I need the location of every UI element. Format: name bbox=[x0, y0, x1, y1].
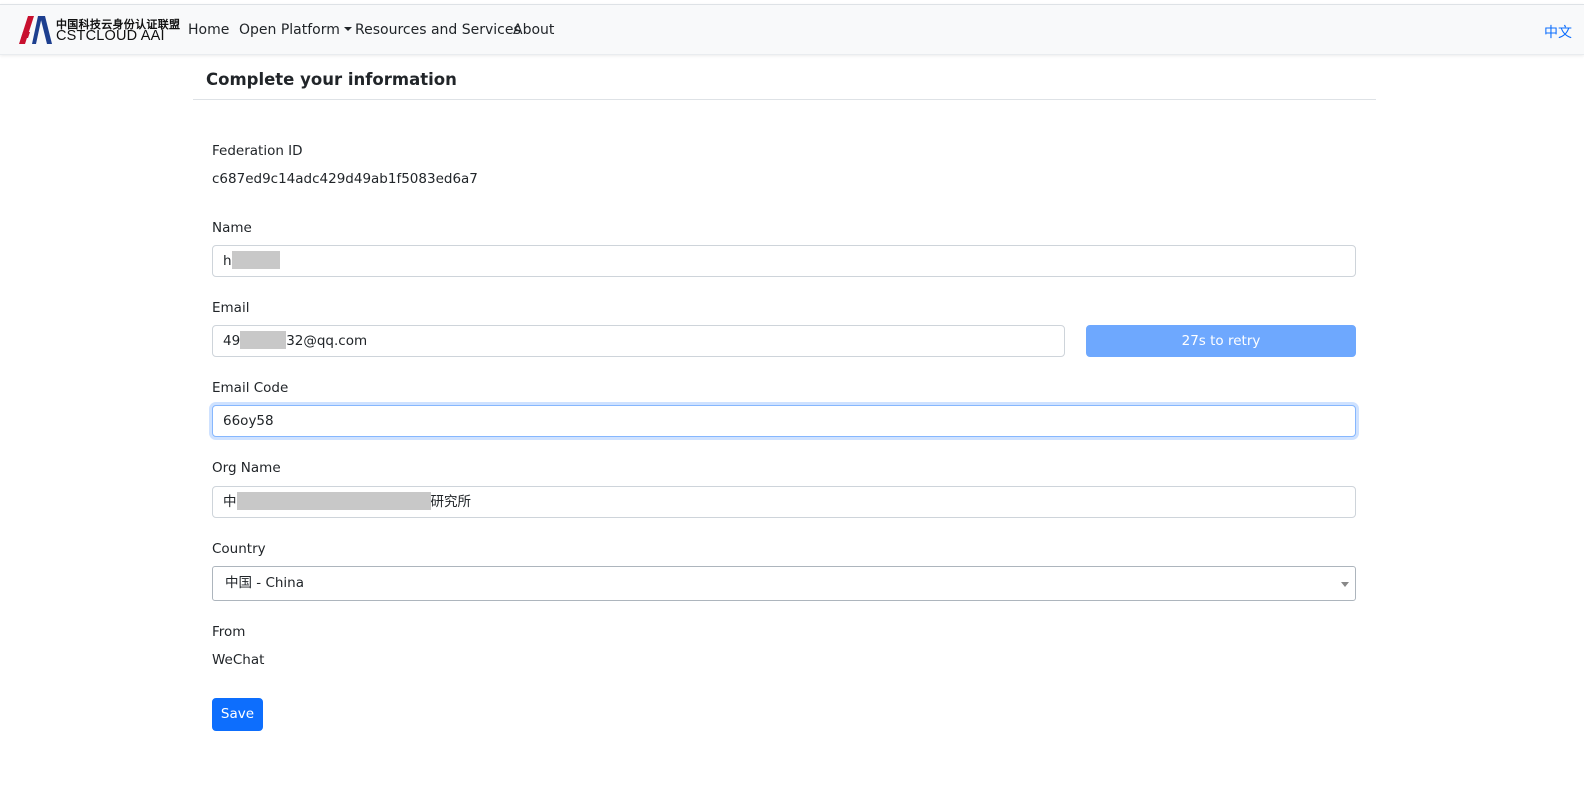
redaction-mask bbox=[240, 331, 287, 349]
brand-title-en: CSTCLOUD AAI bbox=[56, 28, 165, 44]
brand-logo[interactable]: 中国科技云身份认证联盟 CSTCLOUD AAI bbox=[19, 16, 180, 44]
org-name-value-suffix: 研究所 bbox=[430, 494, 472, 510]
from-value: WeChat bbox=[212, 652, 265, 668]
save-button[interactable]: Save bbox=[212, 698, 263, 731]
redaction-mask bbox=[231, 251, 280, 269]
org-name-label: Org Name bbox=[212, 460, 281, 476]
org-name-value-prefix: 中 bbox=[223, 494, 237, 510]
top-navbar: 中国科技云身份认证联盟 CSTCLOUD AAI Home Open Platf… bbox=[0, 4, 1584, 55]
name-input[interactable]: h bbox=[212, 245, 1356, 277]
email-value-suffix: 32@qq.com bbox=[286, 333, 368, 349]
language-switch[interactable]: 中文 bbox=[1544, 22, 1572, 42]
federation-id-value: c687ed9c14adc429d49ab1f5083ed6a7 bbox=[212, 171, 478, 187]
email-code-label: Email Code bbox=[212, 380, 289, 396]
nav-about[interactable]: About bbox=[513, 22, 554, 38]
email-code-input[interactable]: 66oy58 bbox=[212, 405, 1356, 437]
nav-resources-and-services[interactable]: Resources and Services bbox=[355, 22, 521, 38]
email-value-prefix: 49 bbox=[223, 333, 241, 349]
chevron-down-icon bbox=[343, 27, 352, 31]
federation-id-label: Federation ID bbox=[212, 143, 303, 159]
name-value-prefix: h bbox=[223, 253, 232, 269]
org-name-input[interactable]: 中 研究所 bbox=[212, 486, 1356, 518]
card-header: Complete your information bbox=[193, 60, 1376, 100]
country-selected-value: 中国 - China bbox=[225, 575, 305, 591]
page-title: Complete your information bbox=[206, 70, 457, 89]
from-label: From bbox=[212, 624, 246, 640]
send-code-retry-button[interactable]: 27s to retry bbox=[1086, 325, 1356, 357]
nav-open-platform-label: Open Platform bbox=[239, 22, 340, 38]
email-label: Email bbox=[212, 300, 250, 316]
email-input[interactable]: 49 32@qq.com bbox=[212, 325, 1065, 357]
dropdown-arrow-icon bbox=[1341, 582, 1349, 587]
country-label: Country bbox=[212, 541, 266, 557]
country-select[interactable]: 中国 - China bbox=[212, 566, 1356, 601]
redaction-mask bbox=[236, 492, 431, 510]
nav-open-platform[interactable]: Open Platform bbox=[239, 22, 352, 38]
name-label: Name bbox=[212, 220, 252, 236]
nav-home[interactable]: Home bbox=[188, 22, 229, 38]
cstcloud-logo-icon bbox=[19, 16, 52, 44]
